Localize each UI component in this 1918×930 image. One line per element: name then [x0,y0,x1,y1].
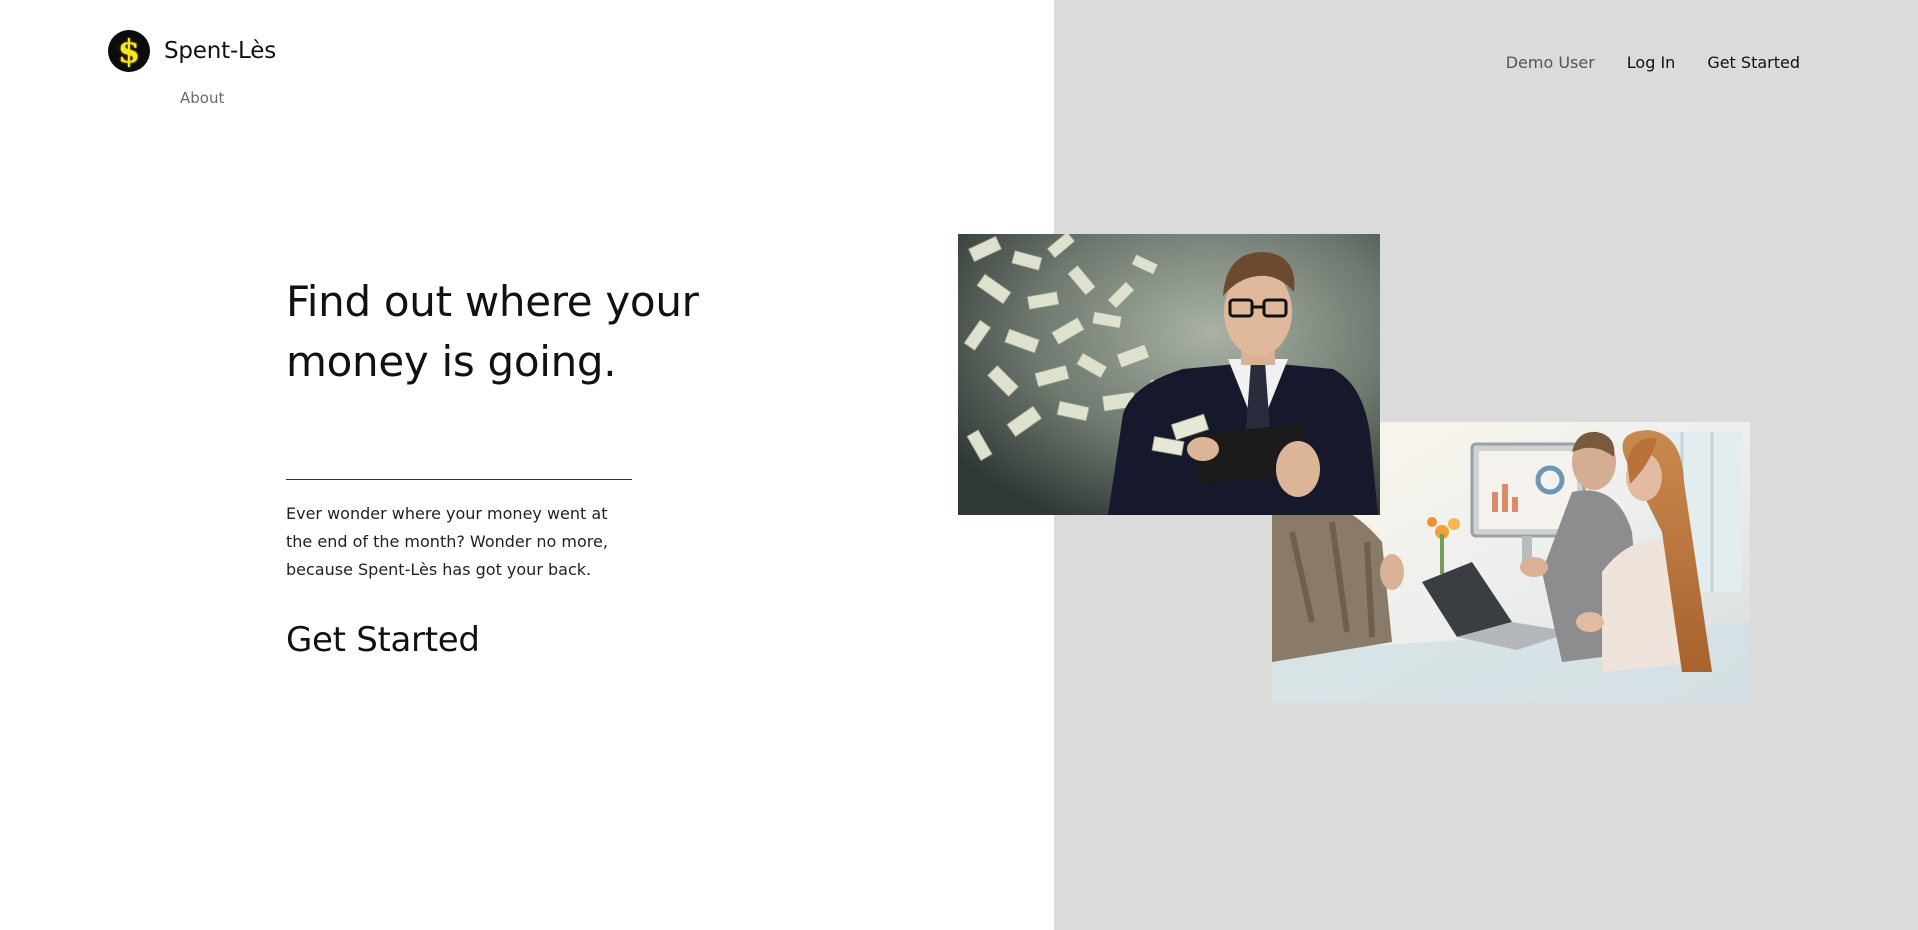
hero-title: Find out where your money is going. [286,277,699,386]
hero-description: Ever wonder where your money went at the… [286,504,608,579]
about-link[interactable]: About [180,89,224,107]
wallet-money-photo [958,234,1380,515]
log-in-link[interactable]: Log In [1627,53,1676,72]
brand-name: Spent-Lès [164,38,276,64]
get-started-nav-link[interactable]: Get Started [1707,53,1800,72]
hero-divider [286,479,632,480]
get-started-button[interactable]: Get Started [286,620,480,660]
brand-home-link[interactable]: $ Spent-Lès [108,30,276,72]
top-nav: Demo User Log In Get Started [1506,53,1800,72]
dollar-logo-icon: $ [108,30,150,72]
demo-user-link[interactable]: Demo User [1506,53,1595,72]
